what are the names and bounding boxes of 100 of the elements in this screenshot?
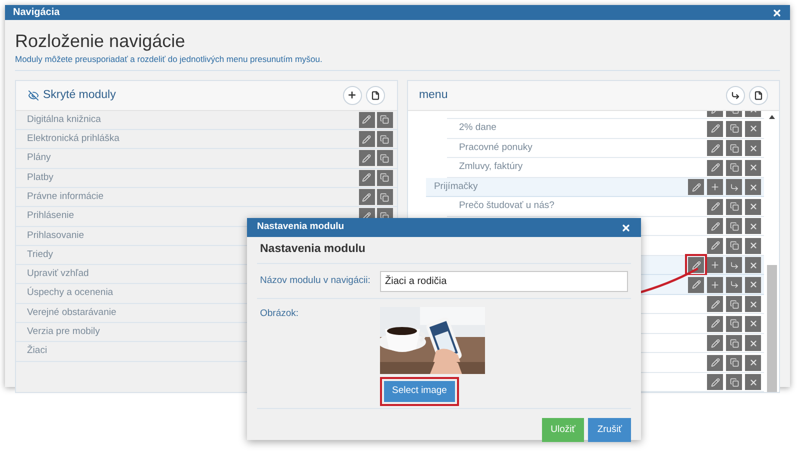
delete-button[interactable] bbox=[745, 140, 761, 156]
module-name: Upraviť vzhľad bbox=[27, 267, 89, 282]
turn-arrow-icon bbox=[731, 90, 740, 100]
menu-group-row[interactable]: Prijímačky bbox=[426, 178, 764, 198]
copy-button[interactable] bbox=[726, 160, 742, 176]
delete-button[interactable] bbox=[745, 120, 761, 136]
close-icon bbox=[748, 300, 758, 308]
edit-button[interactable] bbox=[707, 198, 723, 214]
edit-button[interactable] bbox=[707, 374, 723, 390]
copy-button[interactable] bbox=[726, 238, 742, 254]
copy-button[interactable] bbox=[726, 296, 742, 312]
pencil-icon bbox=[710, 378, 720, 386]
copy-button[interactable] bbox=[726, 335, 742, 351]
module-row[interactable]: Elektronická prihláška bbox=[16, 130, 397, 150]
delete-button[interactable] bbox=[745, 374, 761, 390]
pencil-icon bbox=[710, 300, 720, 308]
edit-button[interactable] bbox=[358, 131, 375, 148]
delete-button[interactable] bbox=[745, 316, 761, 332]
delete-button[interactable] bbox=[745, 276, 761, 292]
edit-button[interactable] bbox=[358, 189, 375, 206]
copy-button[interactable] bbox=[376, 170, 393, 186]
menu-item-row[interactable]: Zmluvy, faktúry bbox=[446, 158, 764, 178]
delete-button[interactable] bbox=[745, 335, 761, 351]
module-row[interactable]: Platby bbox=[16, 168, 397, 188]
edit-button[interactable] bbox=[707, 316, 723, 332]
delete-button[interactable] bbox=[745, 296, 761, 312]
pencil-icon bbox=[710, 202, 720, 211]
window-title: Navigácia bbox=[13, 6, 60, 20]
module-row[interactable]: Digitálna knižnica bbox=[16, 110, 397, 130]
edit-button[interactable] bbox=[707, 238, 723, 254]
cancel-button[interactable]: Zrušiť bbox=[588, 418, 631, 442]
copy-icon bbox=[380, 134, 390, 144]
scroll-thumb[interactable] bbox=[766, 264, 776, 392]
delete-button[interactable] bbox=[745, 238, 761, 254]
pencil-icon bbox=[362, 154, 372, 163]
copy-button[interactable] bbox=[726, 354, 742, 370]
edit-button[interactable] bbox=[358, 170, 375, 186]
module-row[interactable]: Plány bbox=[16, 149, 397, 169]
close-icon[interactable] bbox=[621, 222, 631, 232]
copy-icon bbox=[730, 378, 738, 386]
page-heading: Rozloženie navigácie bbox=[15, 30, 186, 52]
edit-button[interactable] bbox=[358, 112, 375, 128]
pencil-icon bbox=[710, 241, 720, 250]
copy-button[interactable] bbox=[726, 218, 742, 234]
menu-item-label: Prečo študovať u nás? bbox=[458, 199, 554, 214]
copy-button[interactable] bbox=[376, 131, 393, 148]
move-button[interactable] bbox=[726, 86, 745, 105]
edit-button[interactable] bbox=[707, 354, 723, 370]
menu-item-label: 2% dane bbox=[458, 121, 496, 136]
menu-item-row[interactable]: Pracovné ponuky bbox=[446, 138, 764, 158]
edit-button[interactable] bbox=[707, 296, 723, 312]
copy-button[interactable] bbox=[726, 374, 742, 390]
edit-button[interactable] bbox=[707, 160, 723, 176]
edit-button[interactable] bbox=[358, 150, 375, 166]
page-button[interactable] bbox=[366, 86, 385, 105]
delete-button[interactable] bbox=[745, 179, 761, 195]
module-name: Verzia pre mobily bbox=[27, 325, 100, 340]
copy-button[interactable] bbox=[376, 112, 393, 128]
delete-button[interactable] bbox=[745, 160, 761, 176]
delete-button[interactable] bbox=[745, 257, 761, 273]
page-button[interactable] bbox=[749, 86, 768, 105]
copy-icon bbox=[380, 192, 390, 202]
copy-button[interactable] bbox=[726, 316, 742, 332]
copy-button[interactable] bbox=[726, 198, 742, 214]
copy-button[interactable] bbox=[726, 120, 742, 136]
plus-icon bbox=[347, 90, 358, 100]
edit-button[interactable] bbox=[707, 218, 723, 234]
copy-button[interactable] bbox=[376, 189, 393, 206]
plus-icon bbox=[710, 182, 720, 192]
edit-button[interactable] bbox=[707, 140, 723, 156]
scroll-up-icon[interactable] bbox=[768, 114, 774, 119]
module-name: Právne informácie bbox=[27, 190, 104, 204]
pencil-icon bbox=[710, 319, 720, 328]
pencil-icon bbox=[710, 124, 720, 133]
module-name: Úspechy a ocenenia bbox=[27, 286, 114, 300]
edit-button[interactable] bbox=[707, 335, 723, 351]
copy-button[interactable] bbox=[726, 140, 742, 156]
delete-button[interactable] bbox=[745, 354, 761, 370]
save-button[interactable]: Uložiť bbox=[542, 418, 584, 442]
menu-item-row[interactable]: Prečo študovať u nás? bbox=[446, 197, 764, 217]
delete-button[interactable] bbox=[745, 198, 761, 214]
page-icon bbox=[370, 90, 380, 100]
menu-item-row[interactable]: 2% dane bbox=[446, 119, 764, 139]
add-button[interactable] bbox=[342, 86, 362, 105]
copy-button[interactable] bbox=[376, 150, 393, 166]
edit-button[interactable] bbox=[688, 276, 704, 292]
module-name: Prihlasovanie bbox=[27, 228, 84, 243]
edit-button[interactable] bbox=[707, 120, 723, 136]
close-icon bbox=[748, 144, 758, 152]
delete-button[interactable] bbox=[745, 218, 761, 234]
close-icon bbox=[748, 338, 758, 348]
plus-icon bbox=[710, 260, 720, 270]
close-icon bbox=[748, 124, 758, 133]
module-name-field[interactable]: Žiaci a rodičia bbox=[380, 270, 628, 292]
close-icon bbox=[748, 280, 758, 289]
close-icon[interactable] bbox=[772, 8, 782, 18]
select-image-button[interactable]: Select image bbox=[384, 381, 455, 402]
copy-icon bbox=[730, 202, 738, 211]
module-row[interactable]: Právne informácie bbox=[16, 188, 397, 208]
edit-button[interactable] bbox=[688, 179, 704, 195]
